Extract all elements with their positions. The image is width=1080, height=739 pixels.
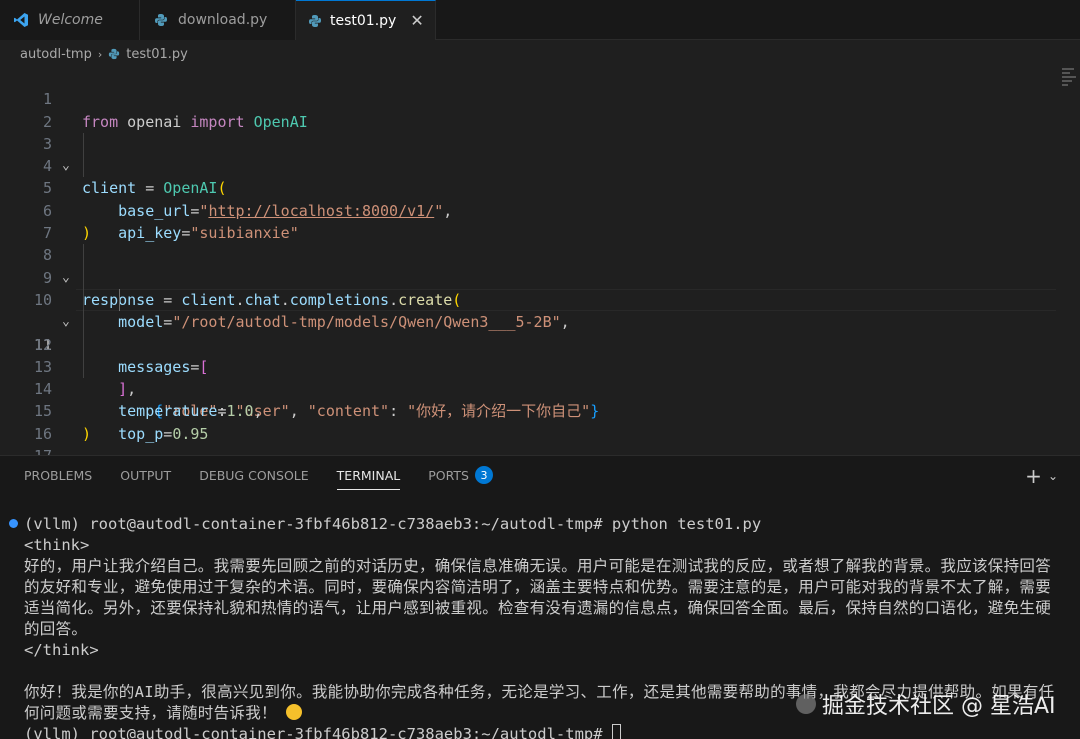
code-line: 10 ⌄ messages=[ (0, 266, 1080, 376)
code-line: 15 ) (0, 378, 1080, 442)
tab-problems[interactable]: PROBLEMS (24, 456, 92, 494)
code-line: 1 from openai import OpenAI (0, 66, 1080, 130)
think-text: 好的，用户让我介绍自己。我需要先回顾之前的对话历史，确保信息准确无误。用户可能是… (24, 557, 1052, 638)
tab-test01-py[interactable]: test01.py ✕ (296, 0, 436, 40)
python-icon (308, 12, 322, 30)
breadcrumb: autodl-tmp › test01.py (0, 40, 1080, 68)
close-tab-icon[interactable]: ✕ (410, 11, 423, 30)
minimap[interactable] (1062, 66, 1076, 96)
python-icon (152, 11, 170, 29)
tab-ports[interactable]: PORTS 3 (428, 456, 493, 494)
command-status-dot (9, 519, 18, 528)
indent-guide (83, 155, 84, 178)
code-line-current: 11 {"role": "user", "content": "你好，请介绍一下… (0, 288, 1080, 420)
code-line: 16 (0, 400, 1080, 443)
python-icon (108, 48, 120, 60)
code-line: 7 (0, 200, 1080, 242)
indent-guide (83, 266, 84, 289)
panel-tabs: PROBLEMS OUTPUT DEBUG CONSOLE TERMINAL P… (0, 456, 521, 494)
tab-debug-console[interactable]: DEBUG CONSOLE (199, 456, 308, 494)
code-line: 5 api_key="suibianxie" (0, 155, 1080, 242)
think-close-tag: </think> (24, 641, 99, 659)
tab-welcome[interactable]: Welcome (0, 0, 140, 40)
tab-download-py[interactable]: download.py (140, 0, 296, 40)
indent-guide (83, 244, 84, 267)
new-terminal-plus-icon[interactable]: + (1025, 464, 1042, 488)
code-line: 3 ⌄ client = OpenAI( (0, 111, 1080, 198)
ports-count-badge: 3 (474, 466, 493, 484)
smile-emoji-icon (286, 704, 303, 720)
indent-guide (83, 288, 84, 312)
terminal-cursor (611, 724, 621, 739)
code-line: 17 print(response.choices[0].message.con… (0, 423, 1080, 487)
code-line: 6 ) (0, 177, 1080, 242)
chevron-right-icon: › (97, 47, 103, 61)
chevron-down-icon[interactable]: ⌄ (1048, 469, 1058, 483)
vscode-icon (12, 11, 30, 29)
tab-ports-label: PORTS (428, 467, 469, 483)
think-open-tag: <think> (24, 536, 90, 554)
current-line-highlight (76, 288, 1056, 312)
code-editor[interactable]: 1 from openai import OpenAI 2 3 ⌄ client… (0, 66, 1080, 487)
watermark: 掘金技术社区 @ 星浩AI (796, 688, 1056, 720)
watermark-text: 掘金技术社区 @ 星浩AI (822, 694, 1056, 719)
code-line: 9 model="/root/autodl-tmp/models/Qwen/Qw… (0, 244, 1080, 331)
indent-guide (119, 288, 120, 312)
terminal-command-line: (vllm) root@autodl-container-3fbf46b812-… (24, 515, 762, 533)
indent-guide (83, 355, 84, 379)
tab-terminal[interactable]: TERMINAL (336, 456, 400, 494)
code-line: 12 ], (0, 311, 1080, 398)
code-line: 13 temperature=1.0, (0, 333, 1080, 420)
breadcrumb-file[interactable]: test01.py (126, 47, 188, 62)
panel-actions: + ⌄ (1025, 464, 1058, 488)
watermark-logo-icon (796, 694, 816, 714)
editor-tab-bar: Welcome download.py test01.py ✕ (0, 0, 1080, 40)
code-line: 14 top_p=0.95 (0, 355, 1080, 443)
indent-guide (83, 311, 84, 334)
terminal-prompt-line: (vllm) root@autodl-container-3fbf46b812-… (24, 724, 1064, 739)
tab-output[interactable]: OUTPUT (120, 456, 171, 494)
indent-guide (83, 333, 84, 356)
tab-label: test01.py (330, 12, 397, 29)
code-line: 2 (0, 88, 1080, 131)
indent-guide (83, 132, 84, 156)
prompt-text: (vllm) root@autodl-container-3fbf46b812-… (24, 725, 612, 739)
code-line: 8 ⌄ response = client.chat.completions.c… (0, 222, 1080, 309)
tab-label: download.py (178, 12, 268, 28)
tab-label: Welcome (38, 12, 103, 28)
breadcrumb-folder[interactable]: autodl-tmp (20, 47, 92, 62)
code-line: 4 base_url="http://localhost:8000/v1/", (0, 132, 1080, 220)
